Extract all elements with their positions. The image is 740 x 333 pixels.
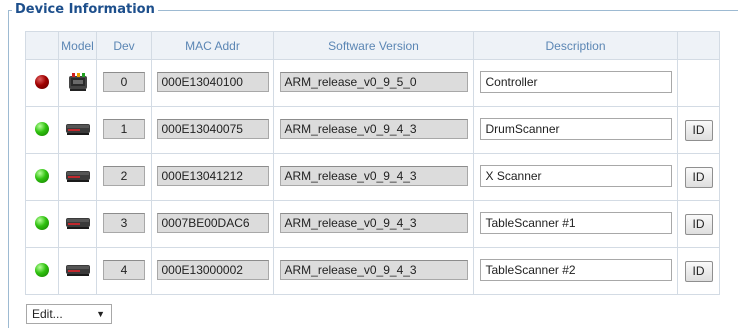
dev-field: 0 [103,71,145,92]
device-table: Model Dev MAC Addr Software Version Desc… [25,31,720,295]
scanner-icon [65,217,91,233]
table-row: 4 000E13000002 ARM_release_v0_9_4_3 TableSc… [25,247,720,295]
controller-icon [67,72,89,95]
mac-field: 000E13040100 [156,71,269,92]
software-version-field: ARM_release_v0_9_4_3 [279,118,468,139]
header-software: Software Version [273,31,474,60]
header-model: Model [58,31,97,60]
software-version-field: ARM_release_v0_9_5_0 [279,71,468,92]
id-button[interactable]: ID [684,213,713,235]
software-version-field: ARM_release_v0_9_4_3 [279,165,468,186]
edit-select-value: Edit... [32,307,63,321]
description-input[interactable]: X Scanner [479,164,672,187]
header-id [677,31,720,60]
status-led-green-icon [35,121,49,136]
status-led-green-icon [35,215,49,230]
table-row: 1 000E13040075 ARM_release_v0_9_4_3 DrumSca… [25,106,720,154]
header-dev: Dev [96,31,152,60]
table-row: 2 000E13041212 ARM_release_v0_9_4_3 X Scann… [25,153,720,201]
scanner-icon [65,170,91,186]
dev-field: 3 [103,212,145,233]
dev-field: 1 [103,118,145,139]
status-led-green-icon [35,168,49,183]
mac-field: 000E13040075 [156,118,269,139]
header-mac: MAC Addr [151,31,274,60]
description-input[interactable]: DrumScanner [479,117,672,140]
description-input[interactable]: TableScanner #1 [479,211,672,234]
description-input[interactable]: TableScanner #2 [479,258,672,281]
table-row: 0 000E13040100 ARM_release_v0_9_5_0 Control… [25,59,720,107]
description-input[interactable]: Controller [479,70,672,93]
header-description: Description [473,31,678,60]
id-button[interactable]: ID [684,166,713,188]
table-header-row: Model Dev MAC Addr Software Version Desc… [25,31,720,60]
id-button[interactable]: ID [684,260,713,282]
edit-select[interactable]: Edit... ▼ [26,304,112,324]
dev-field: 4 [103,259,145,280]
mac-field: 000E13041212 [156,165,269,186]
mac-field: 000E13000002 [156,259,269,280]
dev-field: 2 [103,165,145,186]
status-led-red-icon [35,74,49,89]
table-row: 3 0007BE00DAC6 ARM_release_v0_9_4_3 TableSc… [25,200,720,248]
header-status [25,31,59,60]
software-version-field: ARM_release_v0_9_4_3 [279,212,468,233]
section-title: Device Information [12,2,158,17]
status-led-green-icon [35,262,49,277]
software-version-field: ARM_release_v0_9_4_3 [279,259,468,280]
dropdown-arrow-icon: ▼ [96,309,105,319]
id-button[interactable]: ID [684,119,713,141]
mac-field: 0007BE00DAC6 [156,212,269,233]
scanner-icon [65,123,91,139]
scanner-icon [65,264,91,280]
